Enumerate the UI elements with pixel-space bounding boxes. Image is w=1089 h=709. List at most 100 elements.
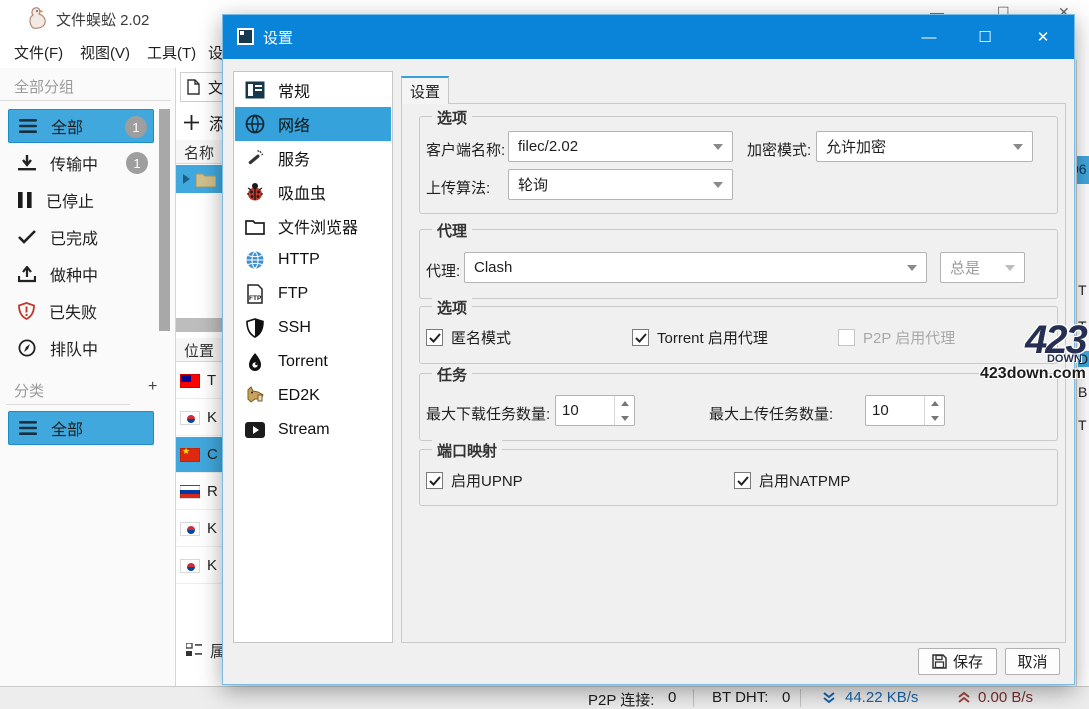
svg-text:FTP: FTP [249,295,262,302]
shield-icon [244,317,266,339]
p2p-connections-label: P2P 连接: [588,689,654,709]
nav-item-stream[interactable]: Stream [235,413,391,447]
menu-settings-partial[interactable]: 设 [208,42,223,63]
peer-row[interactable]: R [176,474,222,510]
peer-row[interactable]: T [176,363,222,399]
nav-item-label: 文件浏览器 [278,214,358,238]
tab-settings[interactable]: 设置 [401,76,449,104]
checkbox-checked-icon [632,329,649,346]
location-column-header[interactable]: 位置 [176,338,222,362]
cancel-button[interactable]: 取消 [1005,648,1060,675]
download-chevron-icon [822,691,836,705]
upload-algo-combo[interactable]: 轮询 [508,169,733,200]
sidebar-item-label: 已失败 [49,299,97,323]
max-upload-spinner[interactable] [865,395,945,426]
spinner-up-button[interactable] [615,396,635,410]
sidebar-category-all[interactable]: 全部 [8,411,154,445]
client-name-value: filec/2.02 [518,138,578,155]
count-badge: 1 [125,116,147,138]
sidebar-item-label: 传输中 [50,151,98,175]
sidebar-item-queued[interactable]: 排队中 [8,331,154,365]
spinner-down-button[interactable] [925,411,945,425]
spinner-up-button[interactable] [925,396,945,410]
sidebar-item-transferring[interactable]: 传输中 1 [8,146,154,180]
upload-chevron-icon [957,691,971,705]
max-download-spinner[interactable] [555,395,635,426]
sidebar-item-label: 做种中 [50,262,98,286]
properties-tab[interactable]: 属 [186,638,222,662]
menu-view[interactable]: 视图(V) [80,42,130,63]
checkbox-checked-icon [734,472,751,489]
sidebar-item-seeding[interactable]: 做种中 [8,257,154,291]
spinner-down-button[interactable] [615,411,635,425]
checkbox-checked-icon [426,472,443,489]
donkey-icon [244,385,266,407]
peer-row[interactable]: K [176,548,222,584]
russia-flag-icon [180,485,200,499]
nav-item-leecher[interactable]: 吸血虫 [235,175,391,209]
dialog-title: 设置 [263,27,293,48]
nav-item-label: 服务 [278,146,310,170]
selected-file-row[interactable] [176,165,222,193]
nav-item-ed2k[interactable]: ED2K [235,379,391,413]
play-icon [244,419,266,441]
nav-item-services[interactable]: 服务 [235,141,391,175]
compass-icon [18,339,36,357]
proxy-mode-combo[interactable]: 总是 [940,252,1025,283]
sidebar-item-completed[interactable]: 已完成 [8,220,154,254]
document-icon [187,79,200,95]
peer-row[interactable]: K [176,400,222,436]
p2p-proxy-checkbox[interactable]: P2P 启用代理 [838,327,955,348]
save-button[interactable]: 保存 [918,648,997,675]
peer-row-selected[interactable]: C [176,437,222,473]
wand-icon [244,147,266,169]
max-download-input[interactable] [562,396,612,425]
dialog-window-icon [237,28,254,45]
nav-item-ftp[interactable]: FTP FTP [235,277,391,311]
network-icon [244,113,266,135]
proxy-combo[interactable]: Clash [464,252,927,283]
check-icon [18,230,36,244]
peer-text: T [207,372,216,389]
chevron-down-icon [907,265,917,271]
nav-item-torrent[interactable]: Torrent [235,345,391,379]
max-upload-input[interactable] [872,396,922,425]
name-column-header[interactable]: 名称 [176,140,222,164]
client-name-combo[interactable]: filec/2.02 [508,131,733,162]
torrent-proxy-checkbox[interactable]: Torrent 启用代理 [632,327,768,348]
checkbox-label: Torrent 启用代理 [657,327,768,348]
upnp-checkbox[interactable]: 启用UPNP [426,470,523,491]
nav-item-http[interactable]: HTTP [235,243,391,277]
nav-item-general[interactable]: 常规 [235,73,391,107]
folder-icon [196,172,216,187]
natpmp-checkbox[interactable]: 启用NATPMP [734,470,850,491]
dialog-maximize-button[interactable]: ☐ [962,15,1008,59]
file-tab[interactable]: 文 [180,72,222,102]
add-category-button[interactable]: + [148,378,157,396]
menu-tools[interactable]: 工具(T) [147,42,196,63]
settings-dialog: 设置 — ☐ ✕ 常规 网络 服务 吸血虫 文件浏览器 HTTP FT [222,14,1075,685]
upload-algo-label: 上传算法: [426,177,490,198]
peer-row[interactable]: K [176,511,222,547]
add-task-button[interactable]: 添 [184,110,222,135]
encryption-mode-combo[interactable]: 允许加密 [816,131,1033,162]
nav-item-file-browser[interactable]: 文件浏览器 [235,209,391,243]
group-title: 任务 [432,364,472,385]
dialog-close-button[interactable]: ✕ [1020,15,1066,59]
download-speed: 44.22 KB/s [845,689,918,706]
nav-item-label: 吸血虫 [278,180,326,204]
sidebar-scrollbar[interactable] [159,109,170,331]
sidebar-item-all[interactable]: 全部 1 [8,109,154,143]
dialog-minimize-button[interactable]: — [906,15,952,59]
sidebar-item-failed[interactable]: 已失败 [8,294,154,328]
anonymous-mode-checkbox[interactable]: 匿名模式 [426,327,511,348]
category-divider [6,404,130,405]
save-button-label: 保存 [953,651,983,672]
menu-file[interactable]: 文件(F) [14,42,63,63]
nav-item-ssh[interactable]: SSH [235,311,391,345]
checkbox-checked-icon [426,329,443,346]
horizontal-scrollbar[interactable] [176,318,222,332]
group-title: 选项 [432,297,472,318]
nav-item-network[interactable]: 网络 [235,107,391,141]
sidebar-item-stopped[interactable]: 已停止 [8,183,154,217]
